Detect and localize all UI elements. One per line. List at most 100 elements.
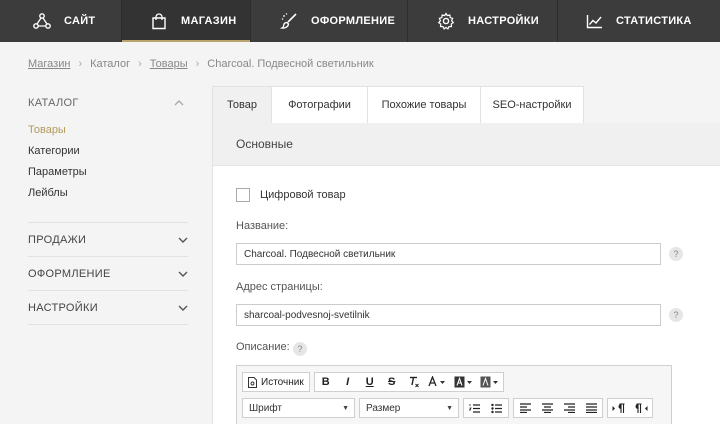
align-group [513, 398, 603, 418]
underline-button[interactable]: U [359, 373, 381, 391]
nav-stats[interactable]: СТАТИСТИКА [558, 0, 720, 42]
breadcrumb-catalog: Каталог [90, 58, 131, 70]
network-icon [32, 11, 52, 31]
align-left-button[interactable] [514, 399, 536, 417]
bullet-list-button[interactable] [486, 399, 508, 417]
font-select[interactable]: Шрифт ▼ [242, 398, 355, 418]
sidebar-item-parameters[interactable]: Параметры [28, 162, 188, 183]
nav-site[interactable]: САЙТ [0, 0, 122, 42]
text-color-button[interactable] [425, 373, 451, 391]
background-color-button[interactable] [451, 373, 477, 391]
url-label: Адрес страницы: [236, 281, 323, 293]
sidebar-item-products[interactable]: Товары [28, 120, 188, 141]
chevron-down-icon: ▼ [342, 404, 349, 412]
font-select-label: Шрифт [249, 402, 282, 414]
source-group: Источник [242, 372, 310, 392]
digital-product-row[interactable]: Цифровой товар [236, 188, 346, 202]
help-icon[interactable]: ? [669, 308, 683, 322]
tab-photos[interactable]: Фотографии [272, 86, 368, 124]
sidebar-section-design[interactable]: ОФОРМЛЕНИЕ [28, 257, 188, 291]
brush-icon [279, 11, 299, 31]
numbered-list-icon [469, 403, 480, 413]
sidebar-section-settings[interactable]: НАСТРОЙКИ [28, 291, 188, 325]
chevron-right-icon: › [138, 58, 142, 70]
clear-format-icon [409, 376, 419, 388]
align-justify-button[interactable] [580, 399, 602, 417]
italic-button[interactable]: I [337, 373, 359, 391]
sidebar-item-labels[interactable]: Лейблы [28, 183, 188, 204]
clear-format-button[interactable] [403, 373, 425, 391]
breadcrumb-current: Charcoal. Подвесной светильник [207, 58, 374, 70]
sidebar-item-categories[interactable]: Категории [28, 141, 188, 162]
product-tabs: Товар Фотографии Похожие товары SEO-наст… [212, 86, 584, 124]
text-color-icon [428, 376, 445, 387]
digital-product-label: Цифровой товар [260, 189, 346, 201]
align-right-icon [563, 403, 575, 413]
sidebar-section-label: ОФОРМЛЕНИЕ [28, 267, 111, 280]
description-label: Описание: [236, 341, 290, 353]
description-editor: Источник B I U S Шрифт ▼ Размер ▼ [236, 365, 672, 424]
url-input[interactable] [236, 304, 661, 326]
editor-toolbar-row: Источник B I U S [242, 372, 666, 392]
top-navigation: САЙТ МАГАЗИН ОФОРМЛЕНИЕ НАСТРОЙКИ СТАТИС… [0, 0, 720, 42]
section-title: Основные [213, 123, 720, 166]
name-input[interactable] [236, 243, 661, 265]
direction-group [607, 398, 653, 418]
sidebar-section-label: ПРОДАЖИ [28, 233, 87, 246]
breadcrumb-shop-link[interactable]: Магазин [28, 58, 70, 70]
chevron-down-icon [178, 268, 188, 280]
nav-settings[interactable]: НАСТРОЙКИ [408, 0, 558, 42]
product-form-panel: Основные Цифровой товар Название: ? Адре… [212, 123, 720, 424]
description-label-row: Описание: [236, 341, 290, 353]
name-label: Название: [236, 220, 289, 232]
align-left-icon [519, 403, 531, 413]
breadcrumb: Магазин › Каталог › Товары › Charcoal. П… [28, 58, 374, 70]
nav-shop-label: МАГАЗИН [181, 15, 237, 27]
nav-stats-label: СТАТИСТИКА [616, 15, 692, 27]
nav-site-label: САЙТ [64, 15, 96, 27]
sidebar-catalog-header[interactable]: КАТАЛОГ [28, 86, 188, 120]
sidebar-section-label: НАСТРОЙКИ [28, 301, 98, 314]
line-chart-icon [584, 11, 604, 31]
chevron-down-icon [178, 234, 188, 246]
sidebar-catalog-items: Товары Категории Параметры Лейблы [28, 120, 188, 223]
numbered-list-button[interactable] [464, 399, 486, 417]
help-icon[interactable]: ? [293, 342, 307, 356]
align-right-button[interactable] [558, 399, 580, 417]
chevron-down-icon: ▼ [446, 404, 453, 412]
source-doc-icon [248, 376, 257, 388]
styles-icon [480, 376, 498, 388]
source-button[interactable]: Источник [243, 373, 309, 391]
nav-settings-label: НАСТРОЙКИ [468, 15, 539, 27]
text-direction-rtl-button[interactable] [630, 399, 652, 417]
strikethrough-button[interactable]: S [381, 373, 403, 391]
ltr-icon [612, 402, 625, 413]
background-color-icon [454, 376, 472, 388]
help-icon[interactable]: ? [669, 247, 683, 261]
styles-button[interactable] [477, 373, 503, 391]
tab-seo-settings[interactable]: SEO-настройки [481, 86, 584, 124]
align-center-button[interactable] [536, 399, 558, 417]
format-group: B I U S [313, 372, 504, 392]
bullet-list-icon [491, 403, 502, 413]
digital-product-checkbox[interactable] [236, 188, 250, 202]
size-select-label: Размер [366, 402, 401, 414]
nav-shop[interactable]: МАГАЗИН [122, 0, 251, 42]
sidebar-catalog-title: КАТАЛОГ [28, 97, 79, 109]
size-select[interactable]: Размер ▼ [359, 398, 459, 418]
shopping-bag-icon [149, 11, 169, 31]
nav-design[interactable]: ОФОРМЛЕНИЕ [251, 0, 408, 42]
chevron-right-icon: › [78, 58, 83, 70]
text-direction-ltr-button[interactable] [608, 399, 630, 417]
breadcrumb-products-link[interactable]: Товары [150, 58, 188, 70]
sidebar-section-sales[interactable]: ПРОДАЖИ [28, 223, 188, 257]
nav-design-label: ОФОРМЛЕНИЕ [311, 15, 396, 27]
align-center-icon [541, 403, 553, 413]
tab-related-products[interactable]: Похожие товары [368, 86, 481, 124]
chevron-down-icon [178, 302, 188, 314]
sidebar: КАТАЛОГ Товары Категории Параметры Лейбл… [28, 86, 188, 325]
align-justify-icon [585, 403, 597, 413]
tab-product[interactable]: Товар [212, 86, 272, 124]
gear-icon [436, 11, 456, 31]
bold-button[interactable]: B [315, 373, 337, 391]
